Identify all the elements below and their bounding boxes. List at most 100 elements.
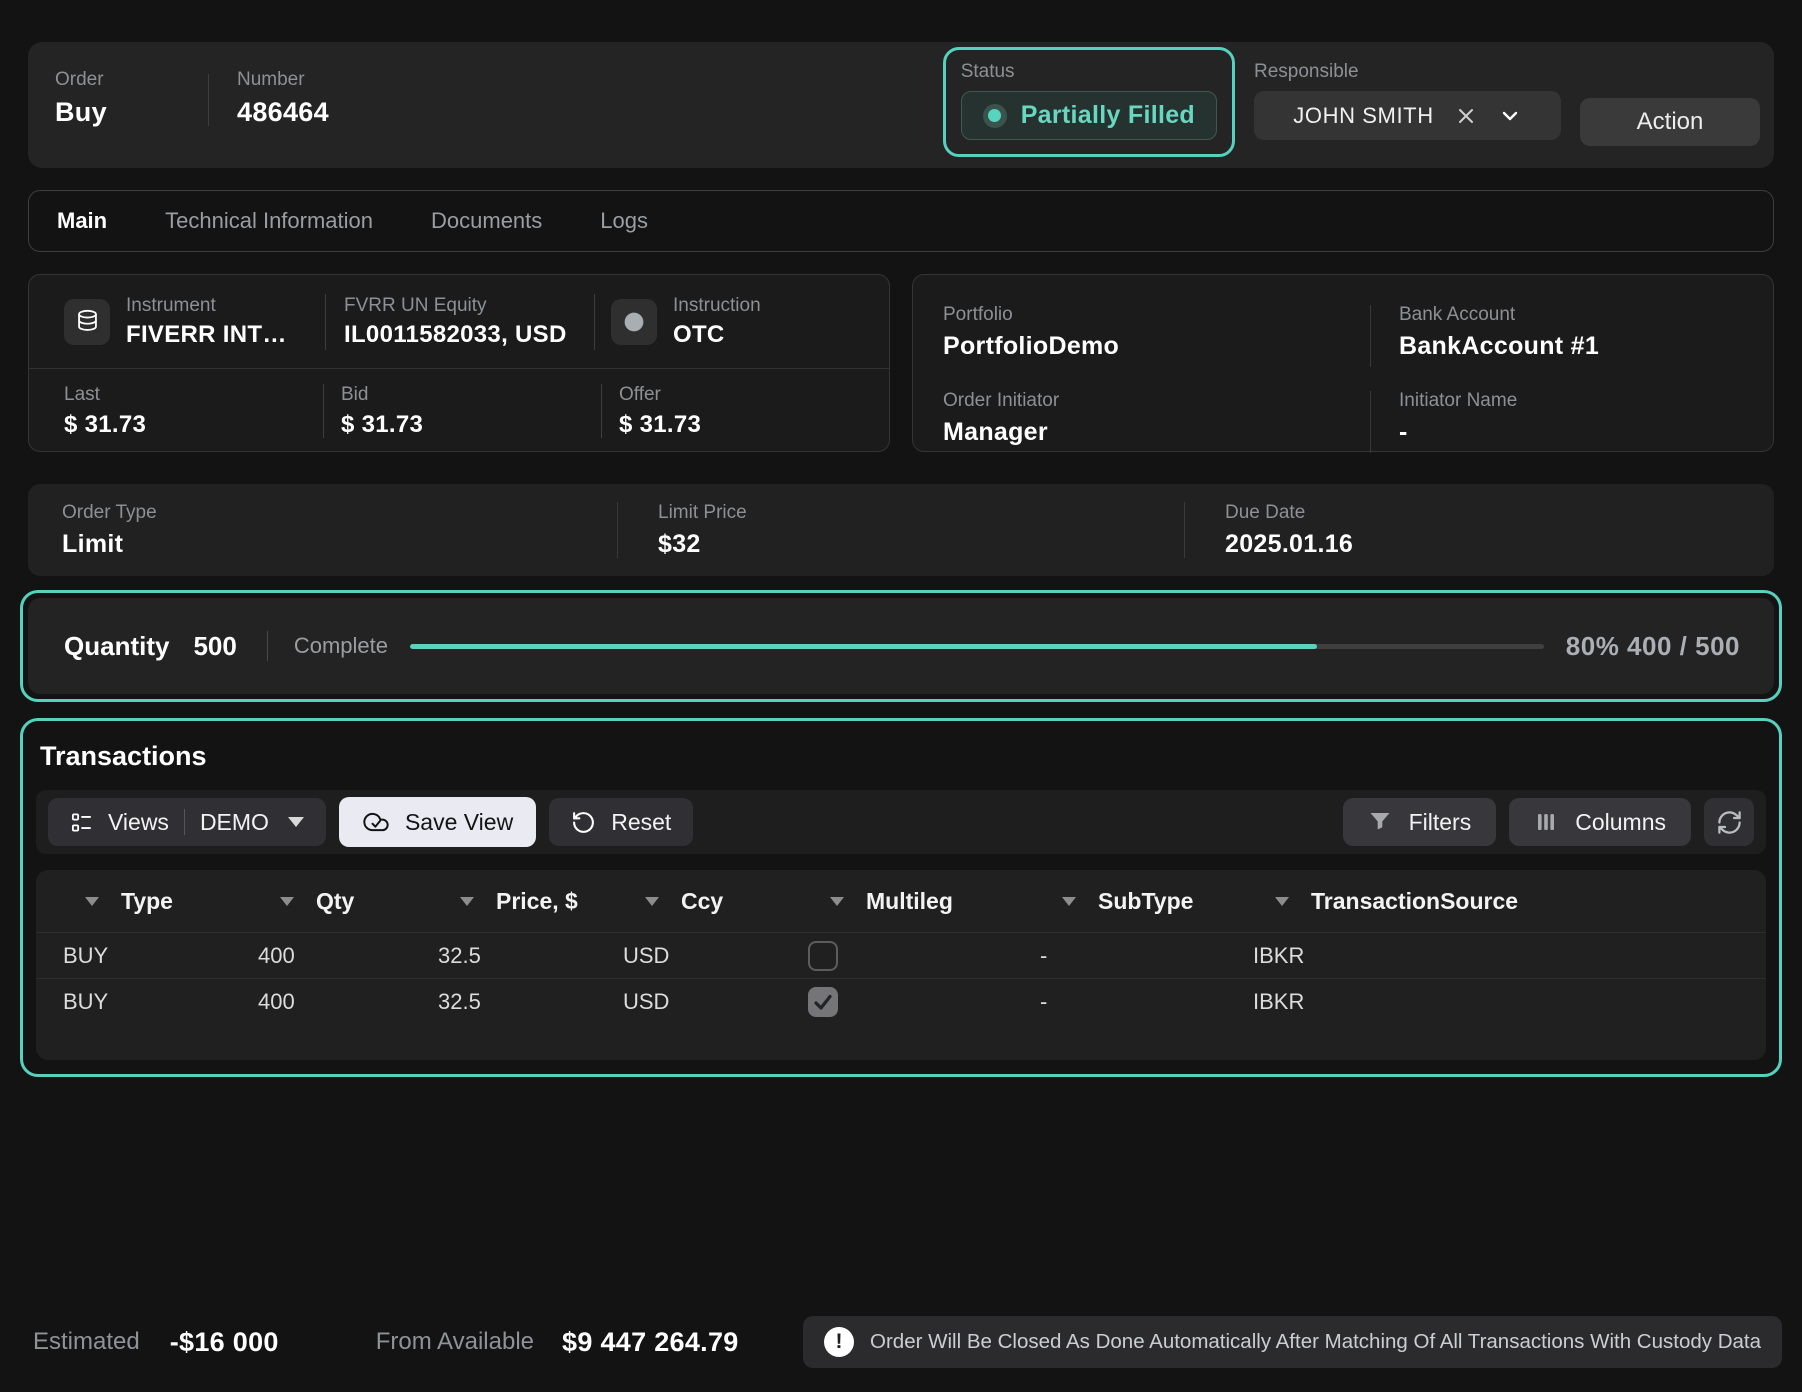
views-selected-value: DEMO <box>200 809 269 836</box>
transactions-toolbar: Views DEMO Save View <box>36 790 1766 854</box>
column-header-price[interactable]: Price, $ <box>411 888 596 915</box>
column-header-type[interactable]: Type <box>36 888 231 915</box>
offer-label: Offer <box>619 385 701 404</box>
due-date-label: Due Date <box>1225 503 1353 522</box>
instrument-field: Instrument FIVERR INT… <box>29 296 325 347</box>
coins-icon <box>64 299 110 345</box>
order-page: Order Buy Number 486464 Status Partially… <box>0 0 1802 1392</box>
column-header-subtype[interactable]: SubType <box>1013 888 1226 915</box>
chevron-down-icon[interactable] <box>1498 104 1522 128</box>
responsible-label: Responsible <box>1254 62 1561 81</box>
bid-value: $ 31.73 <box>341 413 601 437</box>
sort-caret-icon[interactable] <box>85 897 99 906</box>
save-view-button[interactable]: Save View <box>339 797 536 847</box>
filters-label: Filters <box>1409 809 1472 836</box>
bank-account-label: Bank Account <box>1399 305 1773 324</box>
refresh-button[interactable] <box>1704 798 1754 846</box>
action-button[interactable]: Action <box>1580 98 1760 146</box>
tab-main[interactable]: Main <box>57 208 107 234</box>
initiator-name-value: - <box>1399 420 1773 445</box>
close-icon[interactable] <box>1454 104 1478 128</box>
column-header-ccy[interactable]: Ccy <box>596 888 781 915</box>
equity-label: FVRR UN Equity <box>344 296 567 315</box>
columns-button[interactable]: Columns <box>1509 798 1691 846</box>
last-price-field: Last $ 31.73 <box>29 385 323 437</box>
sort-caret-icon[interactable] <box>1275 897 1289 906</box>
sort-caret-icon[interactable] <box>1062 897 1076 906</box>
views-button[interactable]: Views DEMO <box>48 798 326 846</box>
bid-label: Bid <box>341 385 601 404</box>
reset-button[interactable]: Reset <box>549 798 693 846</box>
sort-caret-icon[interactable] <box>460 897 474 906</box>
portfolio-grid: Portfolio PortfolioDemo Bank Account Ban… <box>913 275 1773 477</box>
table-header: Type Qty Price, $ Ccy Multileg SubType Transac… <box>36 870 1766 932</box>
bank-account-value: BankAccount #1 <box>1399 334 1773 359</box>
portfolio-field: Portfolio PortfolioDemo <box>943 305 1370 391</box>
cell-qty: 400 <box>231 989 411 1015</box>
table-row[interactable]: BUY40032.5USD-IBKR <box>36 932 1766 978</box>
initiator-name-field: Initiator Name - <box>1370 391 1773 477</box>
rotate-ccw-icon <box>571 810 596 835</box>
info-row: Instrument FIVERR INT… FVRR UN Equity IL… <box>28 274 1774 452</box>
sort-caret-icon[interactable] <box>645 897 659 906</box>
last-label: Last <box>64 385 323 404</box>
order-number-label: Number <box>237 70 329 89</box>
tab-technical-information[interactable]: Technical Information <box>165 208 373 234</box>
instrument-value: FIVERR INT… <box>126 323 287 347</box>
column-header-label: Price, $ <box>496 888 578 915</box>
circle-icon <box>611 299 657 345</box>
responsible-select[interactable]: JOHN SMITH <box>1254 91 1561 140</box>
cell-type: BUY <box>36 943 231 969</box>
offer-price-field: Offer $ 31.73 <box>602 385 701 437</box>
estimated-label: Estimated <box>33 1328 140 1356</box>
cell-multileg <box>781 987 1013 1017</box>
chevron-down-icon <box>288 817 304 827</box>
order-side-field: Order Buy <box>55 42 208 126</box>
filters-button[interactable]: Filters <box>1343 798 1497 846</box>
from-available-label: From Available <box>376 1328 534 1356</box>
due-date-value: 2025.01.16 <box>1225 532 1353 557</box>
column-header-label: Ccy <box>681 888 723 915</box>
from-available-value: $9 447 264.79 <box>562 1327 739 1358</box>
order-type-field: Order Type Limit <box>28 503 617 557</box>
cell-type: BUY <box>36 989 231 1015</box>
transactions-table: Type Qty Price, $ Ccy Multileg SubType Transac… <box>36 870 1766 1060</box>
column-header-label: Qty <box>316 888 354 915</box>
order-header-card: Order Buy Number 486464 Status Partially… <box>28 42 1774 168</box>
column-header-label: TransactionSource <box>1311 888 1518 915</box>
column-header-label: Multileg <box>866 888 953 915</box>
notice-banner: ! Order Will Be Closed As Done Automatic… <box>803 1316 1782 1368</box>
tab-documents[interactable]: Documents <box>431 208 542 234</box>
transactions-highlight-box: Transactions Views DEMO <box>20 718 1782 1077</box>
cell-source: IBKR <box>1226 943 1766 969</box>
column-header-multileg[interactable]: Multileg <box>781 888 1013 915</box>
cell-price: 32.5 <box>411 989 596 1015</box>
column-header-transactionsource[interactable]: TransactionSource <box>1226 888 1766 915</box>
status-badge[interactable]: Partially Filled <box>961 91 1217 140</box>
cell-source: IBKR <box>1226 989 1766 1015</box>
instrument-label: Instrument <box>126 296 287 315</box>
instrument-panel: Instrument FIVERR INT… FVRR UN Equity IL… <box>28 274 890 452</box>
instrument-top-row: Instrument FIVERR INT… FVRR UN Equity IL… <box>29 275 889 369</box>
cell-subtype: - <box>1013 943 1226 969</box>
column-header-qty[interactable]: Qty <box>231 888 411 915</box>
tab-logs[interactable]: Logs <box>600 208 648 234</box>
header-right-cluster: Status Partially Filled Responsible JOHN… <box>943 42 1760 157</box>
order-initiator-label: Order Initiator <box>943 391 1370 410</box>
order-initiator-field: Order Initiator Manager <box>943 391 1370 477</box>
quantity-highlight-box: Quantity 500 Complete 80% 400 / 500 <box>20 590 1782 702</box>
bid-price-field: Bid $ 31.73 <box>324 385 601 437</box>
sort-caret-icon[interactable] <box>830 897 844 906</box>
funnel-icon <box>1368 810 1392 834</box>
multileg-checkbox[interactable] <box>808 987 838 1017</box>
table-row[interactable]: BUY40032.5USD-IBKR <box>36 978 1766 1024</box>
multileg-checkbox[interactable] <box>808 941 838 971</box>
estimated-value: -$16 000 <box>170 1327 279 1358</box>
limit-price-label: Limit Price <box>658 503 1184 522</box>
limit-price-value: $32 <box>658 532 1184 557</box>
order-params-card: Order Type Limit Limit Price $32 Due Dat… <box>28 484 1774 576</box>
header-divider <box>208 74 209 126</box>
sort-caret-icon[interactable] <box>280 897 294 906</box>
views-button-label: Views <box>108 809 169 836</box>
status-label: Status <box>961 62 1217 81</box>
